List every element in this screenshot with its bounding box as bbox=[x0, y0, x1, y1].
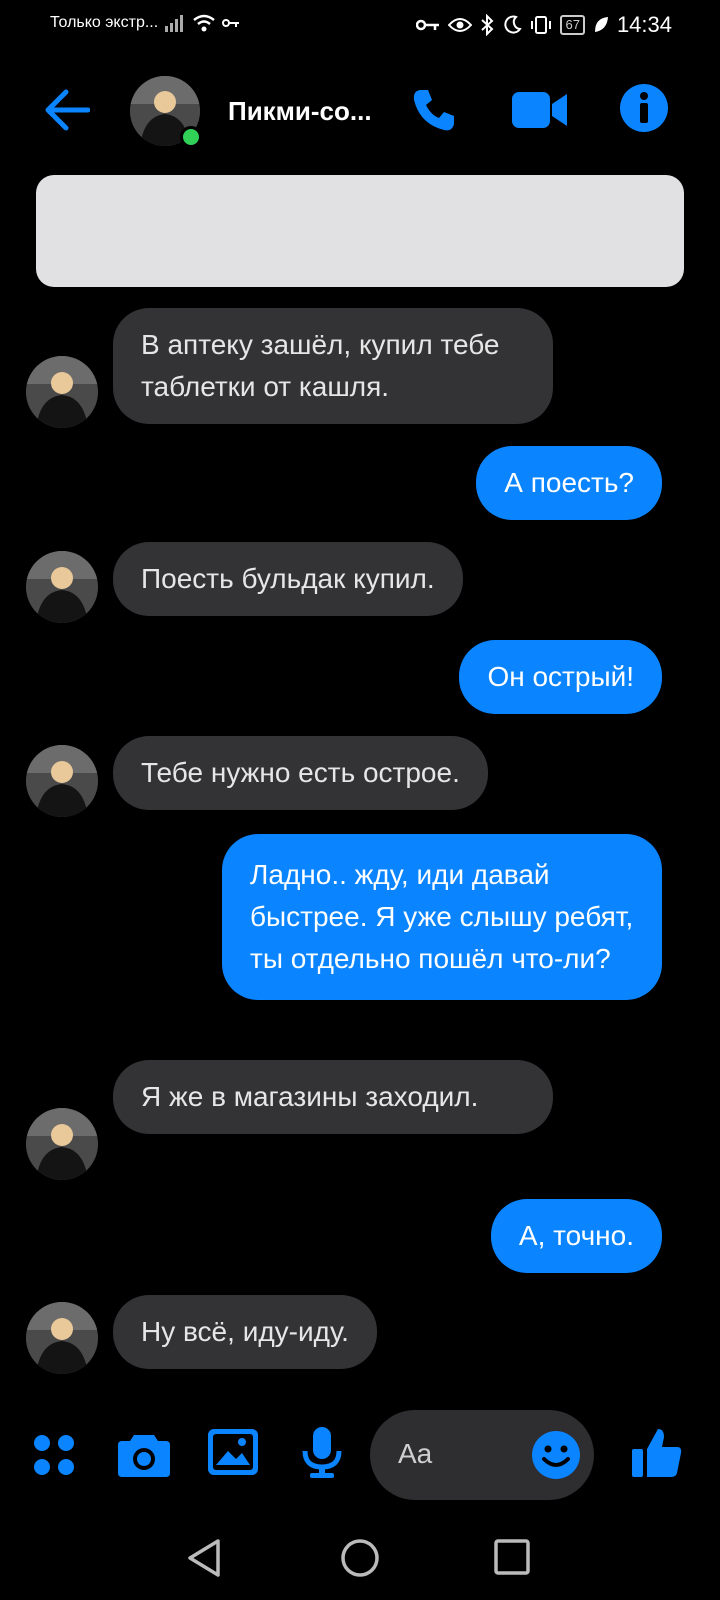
nav-recents-icon[interactable] bbox=[494, 1539, 530, 1575]
signal-icon bbox=[165, 15, 184, 32]
online-status-dot bbox=[180, 126, 202, 148]
carrier-text: Только экстр... bbox=[50, 14, 159, 31]
message-composer: Aa bbox=[0, 1405, 720, 1505]
sender-avatar[interactable] bbox=[26, 1108, 98, 1180]
sender-avatar[interactable] bbox=[26, 1302, 98, 1374]
pinned-banner[interactable] bbox=[36, 175, 684, 287]
camera-icon[interactable] bbox=[118, 1431, 170, 1477]
key-icon bbox=[222, 19, 240, 27]
bluetooth-icon bbox=[481, 14, 494, 36]
leaf-icon bbox=[594, 17, 608, 32]
message-bubble-incoming[interactable]: Поесть бульдак купил. bbox=[113, 542, 463, 616]
battery-indicator: 67 bbox=[560, 15, 585, 35]
message-bubble-incoming[interactable]: Тебе нужно есть острое. bbox=[113, 736, 488, 810]
back-arrow-icon[interactable] bbox=[44, 88, 90, 132]
microphone-icon[interactable] bbox=[302, 1427, 342, 1479]
message-bubble-outgoing[interactable]: А поесть? bbox=[476, 446, 662, 520]
apps-grid-icon[interactable] bbox=[32, 1433, 76, 1477]
gallery-icon[interactable] bbox=[208, 1429, 258, 1475]
emoji-icon[interactable] bbox=[532, 1431, 580, 1479]
message-bubble-outgoing[interactable]: А, точно. bbox=[490, 1199, 662, 1273]
message-bubble-outgoing[interactable]: Ладно.. жду, иди давай быстрее. Я уже сл… bbox=[222, 834, 662, 1000]
clock: 14:34 bbox=[616, 12, 672, 37]
nav-home-icon[interactable] bbox=[340, 1538, 380, 1578]
message-bubble-outgoing[interactable]: Он острый! bbox=[459, 640, 662, 714]
message-bubble-incoming[interactable]: Ну всё, иду-иду. bbox=[113, 1295, 377, 1369]
message-bubble-incoming[interactable]: В аптеку зашёл, купил тебе таблетки от к… bbox=[113, 308, 553, 424]
nav-back-icon[interactable] bbox=[186, 1538, 222, 1578]
vibrate-icon bbox=[531, 16, 552, 34]
vpn-key-icon bbox=[416, 19, 440, 31]
system-nav-bar bbox=[0, 1520, 720, 1600]
message-input[interactable]: Aa bbox=[370, 1410, 594, 1500]
sender-avatar[interactable] bbox=[26, 356, 98, 428]
contact-name[interactable]: Пикми-со... bbox=[228, 96, 372, 127]
status-bar: Только экстр... 67 14:34 bbox=[0, 0, 720, 50]
message-bubble-incoming[interactable]: Я же в магазины заходил. bbox=[113, 1060, 553, 1134]
phone-icon[interactable] bbox=[410, 86, 458, 134]
chat-header: Пикми-со... bbox=[0, 70, 720, 150]
eye-icon bbox=[448, 18, 473, 32]
video-call-icon[interactable] bbox=[512, 90, 568, 130]
thumbs-up-icon[interactable] bbox=[632, 1427, 682, 1479]
info-icon[interactable] bbox=[620, 84, 668, 132]
moon-icon bbox=[504, 15, 523, 34]
message-input-placeholder: Aa bbox=[398, 1438, 433, 1469]
sender-avatar[interactable] bbox=[26, 551, 98, 623]
sender-avatar[interactable] bbox=[26, 745, 98, 817]
wifi-icon bbox=[193, 14, 215, 32]
